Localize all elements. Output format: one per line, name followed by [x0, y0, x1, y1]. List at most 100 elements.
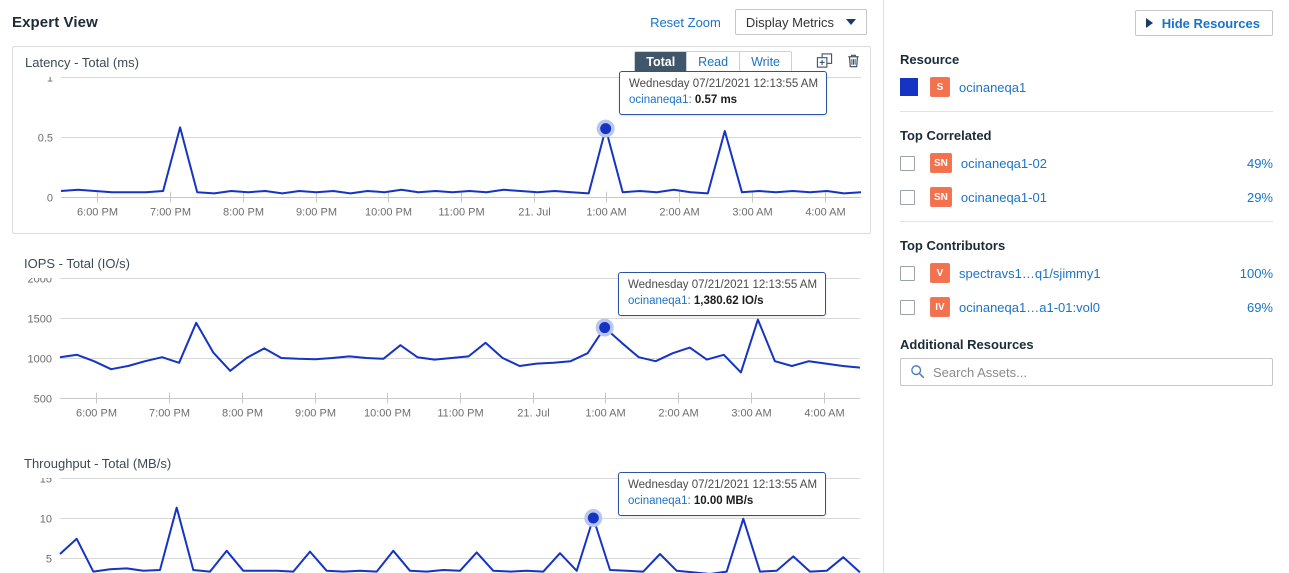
tooltip-value: 1,380.62 IO/s	[694, 295, 764, 307]
highlight-point[interactable]	[588, 513, 599, 524]
select-checkbox[interactable]	[900, 190, 915, 205]
top-correlated-title: Top Correlated	[900, 128, 1273, 143]
x-axis-tick-label: 4:00 AM	[804, 408, 844, 420]
series-color-swatch	[900, 78, 918, 96]
tooltip-timestamp: Wednesday 07/21/2021 12:13:55 AM	[629, 77, 818, 93]
x-axis-tick-label: 2:00 AM	[658, 408, 698, 420]
highlight-point[interactable]	[599, 322, 610, 333]
resource-type-badge: IV	[930, 297, 950, 317]
chevron-right-icon	[1146, 18, 1153, 28]
x-axis-tick-label: 1:00 AM	[586, 207, 626, 219]
x-axis-tick-label: 4:00 AM	[805, 207, 845, 219]
y-axis-tick-label: 1000	[28, 354, 52, 366]
chart-panel-actions	[816, 52, 862, 70]
tooltip-iops: Wednesday 07/21/2021 12:13:55 AMocinaneq…	[618, 272, 826, 316]
y-axis-tick-label: 500	[34, 394, 52, 406]
resource-name-link[interactable]: ocinaneqa1-01	[961, 190, 1047, 205]
chart-panel-throughput: Throughput - Total (MB/s) 0510156:00 PM7:…	[12, 448, 871, 573]
list-item[interactable]: SNocinaneqa1-0129%	[900, 183, 1273, 211]
hide-resources-label: Hide Resources	[1162, 16, 1260, 31]
data-line-iops	[60, 320, 860, 373]
x-axis-tick-label: 7:00 PM	[150, 207, 191, 219]
segment-write-button[interactable]: Write	[740, 52, 791, 73]
x-axis-tick-label: 11:00 PM	[438, 207, 484, 219]
x-axis-tick-label: 11:00 PM	[437, 408, 483, 420]
resource-section-title: Resource	[900, 52, 1273, 67]
x-axis-tick-label: 3:00 AM	[731, 408, 771, 420]
display-metrics-label: Display Metrics	[746, 15, 834, 30]
toolbar: Expert View Reset Zoom Display Metrics	[0, 0, 883, 44]
x-axis-tick-label: 8:00 PM	[223, 207, 264, 219]
tooltip-latency: Wednesday 07/21/2021 12:13:55 AMocinaneq…	[619, 71, 827, 115]
select-checkbox[interactable]	[900, 156, 915, 171]
correlation-percent: 29%	[1247, 190, 1273, 205]
y-axis-tick-label: 1500	[28, 314, 52, 326]
y-axis-tick-label: 2000	[28, 278, 52, 286]
y-axis-tick-label: 0	[47, 193, 53, 205]
highlight-point[interactable]	[600, 123, 611, 134]
correlation-percent: 69%	[1247, 300, 1273, 315]
data-line-throughput	[60, 508, 860, 573]
reset-zoom-link[interactable]: Reset Zoom	[650, 15, 721, 30]
x-axis-tick-label: 6:00 PM	[76, 408, 117, 420]
chart-title-iops: IOPS - Total (IO/s)	[24, 256, 871, 271]
resource-row[interactable]: S ocinaneqa1	[900, 73, 1273, 101]
expert-view-page: Expert View Reset Zoom Display Metrics L…	[0, 0, 1289, 573]
list-item[interactable]: SNocinaneqa1-0249%	[900, 149, 1273, 177]
x-axis-tick-label: 9:00 PM	[295, 408, 336, 420]
chart-title-throughput: Throughput - Total (MB/s)	[24, 456, 871, 471]
resources-pane: Hide Resources Resource S ocinaneqa1 Top…	[884, 0, 1289, 573]
resource-name-link[interactable]: ocinaneqa1-02	[961, 156, 1047, 171]
chart-list: Latency - Total (ms)TotalReadWrite00.516…	[0, 46, 883, 573]
segment-total-button[interactable]: Total	[635, 52, 687, 73]
hide-resources-button[interactable]: Hide Resources	[1135, 10, 1273, 36]
tooltip-series-name: ocinaneqa1:	[629, 94, 692, 106]
duplicate-panel-icon[interactable]	[816, 52, 833, 70]
display-metrics-dropdown[interactable]: Display Metrics	[735, 9, 867, 35]
section-divider	[900, 221, 1273, 222]
select-checkbox[interactable]	[900, 300, 915, 315]
tooltip-timestamp: Wednesday 07/21/2021 12:13:55 AM	[628, 278, 817, 294]
select-checkbox[interactable]	[900, 266, 915, 281]
plot-area-iops[interactable]: 5001000150020006:00 PM7:00 PM8:00 PM9:00…	[12, 278, 871, 434]
x-axis-tick-label: 21. Jul	[517, 408, 549, 420]
x-axis-tick-label: 10:00 PM	[365, 207, 412, 219]
delete-panel-icon[interactable]	[845, 52, 862, 70]
resource-name-link[interactable]: ocinaneqa1…a1-01:vol0	[959, 300, 1100, 315]
tooltip-value-row: ocinaneqa1: 0.57 ms	[629, 93, 818, 109]
y-axis-tick-label: 10	[40, 514, 52, 526]
toolbar-actions: Reset Zoom Display Metrics	[650, 9, 867, 35]
tooltip-series-name: ocinaneqa1:	[628, 495, 691, 507]
charts-pane: Expert View Reset Zoom Display Metrics L…	[0, 0, 884, 573]
segment-read-button[interactable]: Read	[687, 52, 740, 73]
chart-panel-latency: Latency - Total (ms)TotalReadWrite00.516…	[12, 46, 871, 234]
x-axis-tick-label: 1:00 AM	[585, 408, 625, 420]
search-assets-wrap	[900, 358, 1273, 386]
tooltip-timestamp: Wednesday 07/21/2021 12:13:55 AM	[628, 478, 817, 494]
tooltip-value-row: ocinaneqa1: 1,380.62 IO/s	[628, 294, 817, 310]
correlation-percent: 49%	[1247, 156, 1273, 171]
resource-name-link[interactable]: spectravs1…q1/sjimmy1	[959, 266, 1101, 281]
list-item[interactable]: Vspectravs1…q1/sjimmy1 100%	[900, 259, 1273, 287]
chevron-down-icon	[846, 19, 856, 25]
correlation-percent: 100%	[1240, 266, 1273, 281]
resource-name-link[interactable]: ocinaneqa1	[959, 80, 1026, 95]
x-axis-tick-label: 2:00 AM	[659, 207, 699, 219]
tooltip-series-name: ocinaneqa1:	[628, 295, 691, 307]
x-axis-tick-label: 3:00 AM	[732, 207, 772, 219]
top-contributors-list: Vspectravs1…q1/sjimmy1 100% IV ocinaneqa1…a…	[900, 259, 1273, 321]
top-contributors-title: Top Contributors	[900, 238, 1273, 253]
list-item[interactable]: IV ocinaneqa1…a1-01:vol0 69%	[900, 293, 1273, 321]
tooltip-value-row: ocinaneqa1: 10.00 MB/s	[628, 494, 817, 510]
resource-type-badge: S	[930, 77, 950, 97]
hide-resources-row: Hide Resources	[900, 10, 1273, 36]
x-axis-tick-label: 8:00 PM	[222, 408, 263, 420]
plot-area-latency[interactable]: 00.516:00 PM7:00 PM8:00 PM9:00 PM10:00 P…	[13, 77, 870, 233]
search-assets-input[interactable]	[900, 358, 1273, 386]
top-correlated-list: SNocinaneqa1-0249%SNocinaneqa1-0129%	[900, 149, 1273, 211]
page-title: Expert View	[12, 14, 98, 31]
y-axis-tick-label: 1	[47, 77, 53, 85]
x-axis-tick-label: 21. Jul	[518, 207, 550, 219]
plot-area-throughput[interactable]: 0510156:00 PM7:00 PM8:00 PM9:00 PM10:00 …	[12, 478, 871, 573]
resource-type-badge: V	[930, 263, 950, 283]
